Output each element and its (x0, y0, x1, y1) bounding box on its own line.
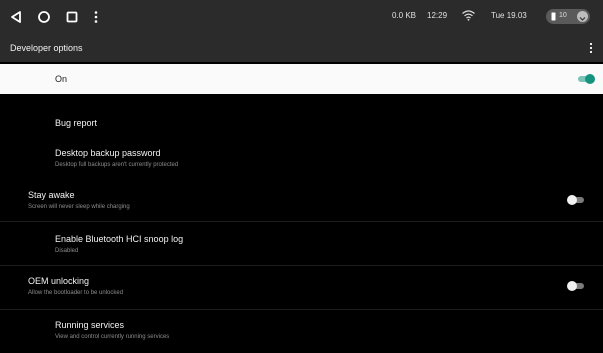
setting-title: Running services (55, 320, 125, 330)
setting-oem-unlocking[interactable]: OEM unlocking Allow the bootloader to be… (0, 268, 603, 306)
nav-more-button[interactable] (86, 7, 106, 27)
battery-charging-icon (551, 12, 556, 21)
date: Tue 19.03 (491, 11, 527, 20)
setting-subtitle: Allow the bootloader to be unlocked (28, 290, 124, 296)
app-toolbar: Developer options (0, 34, 603, 62)
recents-button[interactable] (62, 7, 82, 27)
setting-title: OEM unlocking (28, 276, 90, 286)
divider (0, 265, 603, 266)
setting-title: Stay awake (28, 190, 75, 200)
home-button[interactable] (34, 7, 54, 27)
setting-bluetooth-hci-snoop-log[interactable]: Enable Bluetooth HCI snoop log Disabled (0, 226, 603, 264)
setting-subtitle: Disabled (55, 248, 79, 254)
data-speed: 0.0 KB (392, 11, 417, 20)
divider (0, 309, 603, 310)
setting-subtitle: Desktop full backups aren't currently pr… (55, 162, 179, 168)
more-vertical-icon (94, 11, 98, 23)
overflow-menu-button[interactable] (584, 39, 598, 57)
setting-bug-report[interactable]: Bug report (0, 106, 603, 136)
developer-options-master-switch-row[interactable]: On (0, 64, 603, 94)
oem-unlocking-toggle-switch[interactable] (567, 280, 585, 292)
page-title: Developer options (10, 43, 83, 53)
master-switch-label: On (55, 74, 68, 84)
back-triangle-icon (11, 11, 21, 23)
battery-level: 10 (559, 12, 567, 19)
home-circle-icon (38, 11, 50, 23)
recents-square-icon (66, 11, 78, 23)
status-bar: 0.0 KB 12:29 Tue 19.03 10 (0, 0, 603, 34)
wifi-icon (462, 10, 475, 21)
setting-subtitle: Screen will never sleep while charging (28, 204, 130, 210)
clock: 12:29 (427, 11, 448, 20)
back-button[interactable] (6, 7, 26, 27)
chevron-down-icon (577, 11, 588, 22)
setting-desktop-backup-password[interactable]: Desktop backup password Desktop full bac… (0, 140, 603, 178)
setting-subtitle: View and control currently running servi… (55, 334, 170, 340)
setting-stay-awake[interactable]: Stay awake Screen will never sleep while… (0, 182, 603, 220)
setting-running-services[interactable]: Running services View and control curren… (0, 312, 603, 350)
master-toggle-switch[interactable] (577, 73, 595, 85)
divider (0, 221, 603, 222)
setting-title: Desktop backup password (55, 148, 161, 158)
battery-indicator[interactable]: 10 (546, 9, 590, 24)
more-vertical-icon (589, 42, 593, 54)
stay-awake-toggle-switch[interactable] (567, 194, 585, 206)
setting-title: Bug report (55, 118, 98, 128)
setting-title: Enable Bluetooth HCI snoop log (55, 234, 184, 244)
